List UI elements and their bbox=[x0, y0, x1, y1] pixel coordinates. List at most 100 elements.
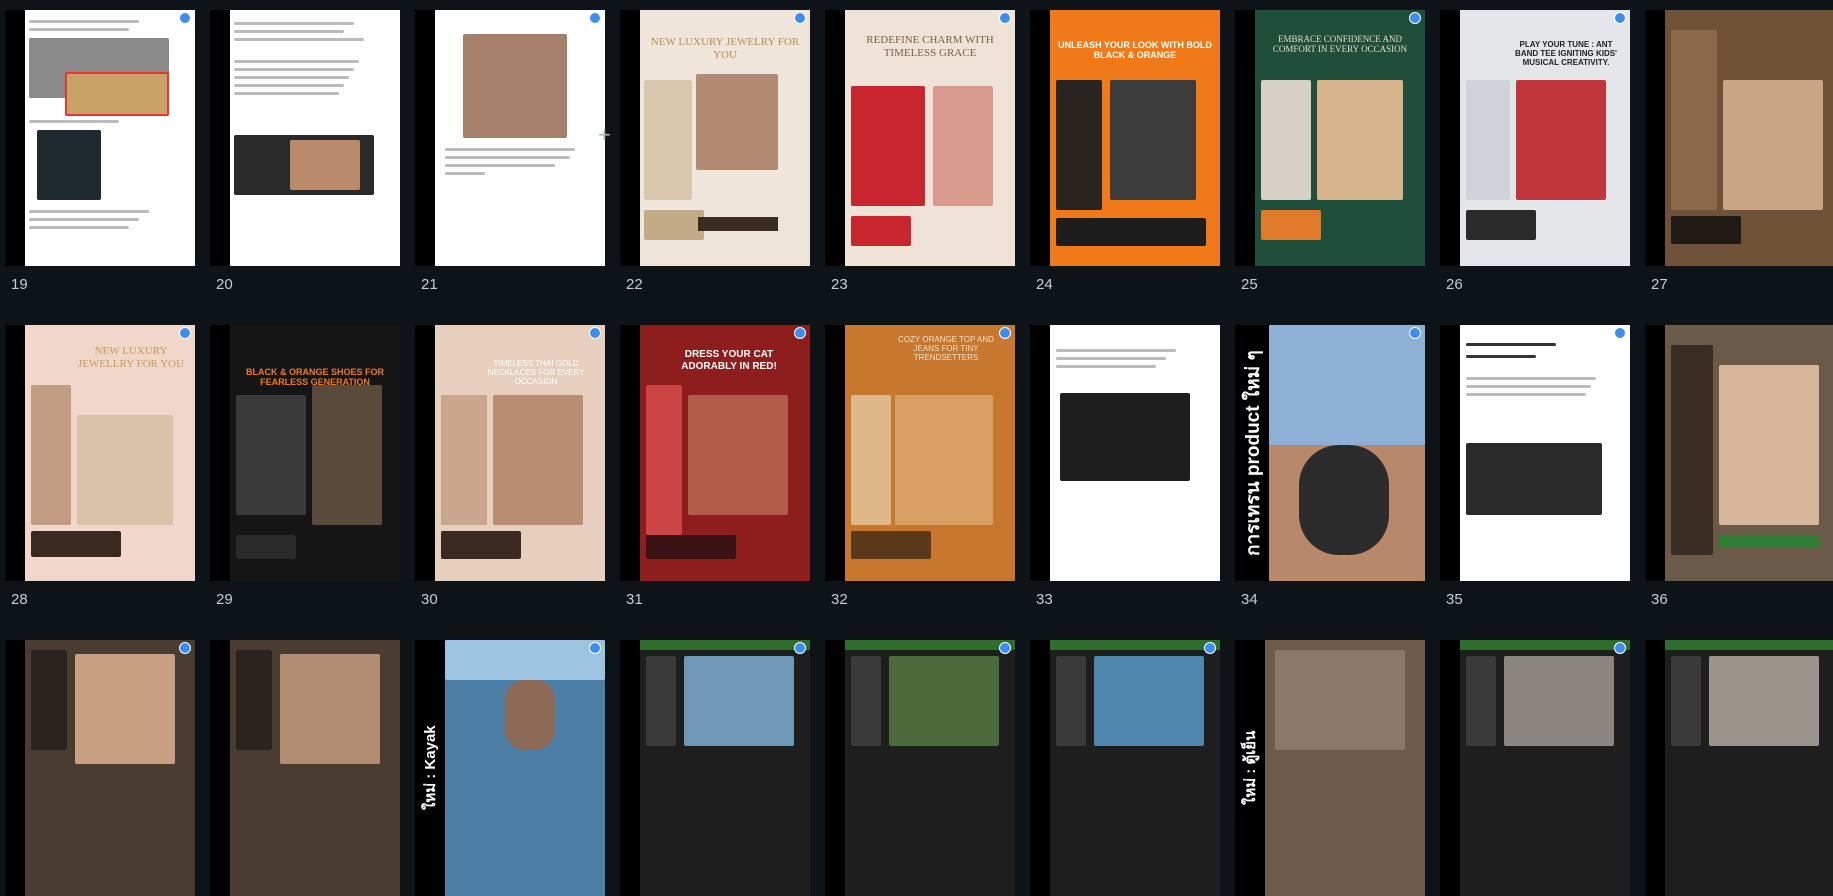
status-badge bbox=[999, 327, 1011, 339]
slide-preview bbox=[415, 10, 605, 266]
slide-number: 29 bbox=[216, 591, 233, 608]
slide-thumb-32[interactable]: COZY ORANGE TOP AND JEANS FOR TINY TREND… bbox=[825, 325, 1015, 621]
slide-title: EMBRACE CONFIDENCE AND COMFORT IN EVERY … bbox=[1272, 34, 1408, 55]
slide-thumb-29[interactable]: BLACK & ORANGE SHOES FOR FEARLESS GENERA… bbox=[210, 325, 400, 621]
slide-number: 21 bbox=[421, 276, 438, 293]
slide-thumb-40[interactable] bbox=[620, 640, 810, 896]
slide-thumb-22[interactable]: NEW LUXURY JEWELRY FOR YOU 22 bbox=[620, 10, 810, 306]
slide-number: 32 bbox=[831, 591, 848, 608]
slide-number: 28 bbox=[11, 591, 28, 608]
vertical-title: ใหม่ : ตู้เย็น bbox=[1242, 730, 1259, 806]
slide-number: 35 bbox=[1446, 591, 1463, 608]
slide-preview: การเทรน product ใหม่ ๆ bbox=[1235, 325, 1425, 581]
slide-thumb-36[interactable]: 36 bbox=[1645, 325, 1833, 621]
slide-thumb-27[interactable]: 27 bbox=[1645, 10, 1833, 306]
slide-preview bbox=[1030, 640, 1220, 896]
slide-thumb-31[interactable]: DRESS YOUR CAT ADORABLY IN RED! 31 bbox=[620, 325, 810, 621]
slide-number: 33 bbox=[1036, 591, 1053, 608]
slide-preview bbox=[1030, 325, 1220, 581]
slide-thumb-26[interactable]: PLAY YOUR TUNE : ANT BAND TEE IGNITING K… bbox=[1440, 10, 1630, 306]
status-badge bbox=[999, 12, 1011, 24]
slide-preview bbox=[825, 640, 1015, 896]
slide-number: 22 bbox=[626, 276, 643, 293]
slide-preview bbox=[1645, 325, 1833, 581]
status-badge bbox=[1614, 327, 1626, 339]
status-badge bbox=[179, 327, 191, 339]
slide-preview: UNLEASH YOUR LOOK WITH BOLD BLACK & ORAN… bbox=[1030, 10, 1220, 266]
vertical-title: การเทรน product ใหม่ ๆ bbox=[1243, 350, 1264, 556]
slide-thumb-43[interactable]: ใหม่ : ตู้เย็น bbox=[1235, 640, 1425, 896]
slide-thumb-45[interactable] bbox=[1645, 640, 1833, 896]
slide-thumb-19[interactable]: 19 bbox=[5, 10, 195, 306]
slide-preview: ใหม่ : Kayak bbox=[415, 640, 605, 896]
vertical-title: ใหม่ : Kayak bbox=[422, 725, 439, 811]
slide-preview: REDEFINE CHARM WITH TIMELESS GRACE bbox=[825, 10, 1015, 266]
slide-preview bbox=[1440, 640, 1630, 896]
slide-preview bbox=[1645, 10, 1833, 266]
status-badge bbox=[794, 327, 806, 339]
slide-title: COZY ORANGE TOP AND JEANS FOR TINY TREND… bbox=[898, 335, 994, 363]
status-badge bbox=[589, 642, 601, 654]
slide-title: REDEFINE CHARM WITH TIMELESS GRACE bbox=[866, 34, 994, 59]
status-badge bbox=[1409, 327, 1421, 339]
status-badge bbox=[1614, 642, 1626, 654]
slide-number: 27 bbox=[1651, 276, 1668, 293]
slide-title: TIMELESS THAI GOLD NECKLACES FOR EVERY O… bbox=[487, 359, 585, 387]
slide-number: 20 bbox=[216, 276, 233, 293]
status-badge bbox=[589, 12, 601, 24]
slide-preview bbox=[5, 640, 195, 896]
slide-number: 34 bbox=[1241, 591, 1258, 608]
slide-thumb-39[interactable]: ใหม่ : Kayak bbox=[415, 640, 605, 896]
slide-number: 23 bbox=[831, 276, 848, 293]
slide-thumb-38[interactable] bbox=[210, 640, 400, 896]
slide-thumb-30[interactable]: TIMELESS THAI GOLD NECKLACES FOR EVERY O… bbox=[415, 325, 605, 621]
slide-thumb-24[interactable]: UNLEASH YOUR LOOK WITH BOLD BLACK & ORAN… bbox=[1030, 10, 1220, 306]
slide-preview bbox=[1440, 325, 1630, 581]
slide-preview: PLAY YOUR TUNE : ANT BAND TEE IGNITING K… bbox=[1440, 10, 1630, 266]
slide-thumb-25[interactable]: EMBRACE CONFIDENCE AND COMFORT IN EVERY … bbox=[1235, 10, 1425, 306]
slide-preview bbox=[1645, 640, 1833, 896]
slide-number: 31 bbox=[626, 591, 643, 608]
slide-number: 26 bbox=[1446, 276, 1463, 293]
slide-title: NEW LUXURY JEWELRY FOR YOU bbox=[650, 36, 800, 61]
slide-number: 36 bbox=[1651, 591, 1668, 608]
slide-thumb-20[interactable]: 20 bbox=[210, 10, 400, 306]
slide-thumb-23[interactable]: REDEFINE CHARM WITH TIMELESS GRACE 23 bbox=[825, 10, 1015, 306]
add-slide-icon[interactable]: + bbox=[598, 124, 611, 146]
slide-preview: BLACK & ORANGE SHOES FOR FEARLESS GENERA… bbox=[210, 325, 400, 581]
slide-title: PLAY YOUR TUNE : ANT BAND TEE IGNITING K… bbox=[1515, 40, 1617, 68]
slide-thumb-42[interactable] bbox=[1030, 640, 1220, 896]
status-badge bbox=[999, 642, 1011, 654]
slide-thumb-21[interactable]: 21 bbox=[415, 10, 605, 306]
slide-preview: TIMELESS THAI GOLD NECKLACES FOR EVERY O… bbox=[415, 325, 605, 581]
slide-number: 24 bbox=[1036, 276, 1053, 293]
slide-thumb-41[interactable] bbox=[825, 640, 1015, 896]
slide-grid: 19 20 21 + NEW LUXURY JEWELRY FOR YOU 22… bbox=[0, 0, 1833, 896]
slide-thumb-37[interactable] bbox=[5, 640, 195, 896]
slide-preview: COZY ORANGE TOP AND JEANS FOR TINY TREND… bbox=[825, 325, 1015, 581]
status-badge bbox=[1409, 12, 1421, 24]
slide-thumb-33[interactable]: 33 bbox=[1030, 325, 1220, 621]
slide-preview: ใหม่ : ตู้เย็น bbox=[1235, 640, 1425, 896]
slide-thumb-44[interactable] bbox=[1440, 640, 1630, 896]
slide-preview bbox=[210, 10, 400, 266]
slide-preview: DRESS YOUR CAT ADORABLY IN RED! bbox=[620, 325, 810, 581]
status-badge bbox=[1614, 12, 1626, 24]
slide-preview bbox=[620, 640, 810, 896]
slide-title: NEW LUXURY JEWELLRY FOR YOU bbox=[77, 345, 185, 370]
status-badge bbox=[179, 642, 191, 654]
slide-preview: EMBRACE CONFIDENCE AND COMFORT IN EVERY … bbox=[1235, 10, 1425, 266]
slide-preview bbox=[5, 10, 195, 266]
slide-thumb-35[interactable]: 35 bbox=[1440, 325, 1630, 621]
slide-thumb-34[interactable]: การเทรน product ใหม่ ๆ 34 bbox=[1235, 325, 1425, 621]
slide-number: 19 bbox=[11, 276, 28, 293]
slide-preview: NEW LUXURY JEWELRY FOR YOU bbox=[620, 10, 810, 266]
status-badge bbox=[589, 327, 601, 339]
slide-preview bbox=[210, 640, 400, 896]
slide-thumb-28[interactable]: NEW LUXURY JEWELLRY FOR YOU 28 bbox=[5, 325, 195, 621]
status-badge bbox=[794, 642, 806, 654]
slide-preview: NEW LUXURY JEWELLRY FOR YOU bbox=[5, 325, 195, 581]
status-badge bbox=[1204, 642, 1216, 654]
slide-number: 25 bbox=[1241, 276, 1258, 293]
status-badge bbox=[794, 12, 806, 24]
